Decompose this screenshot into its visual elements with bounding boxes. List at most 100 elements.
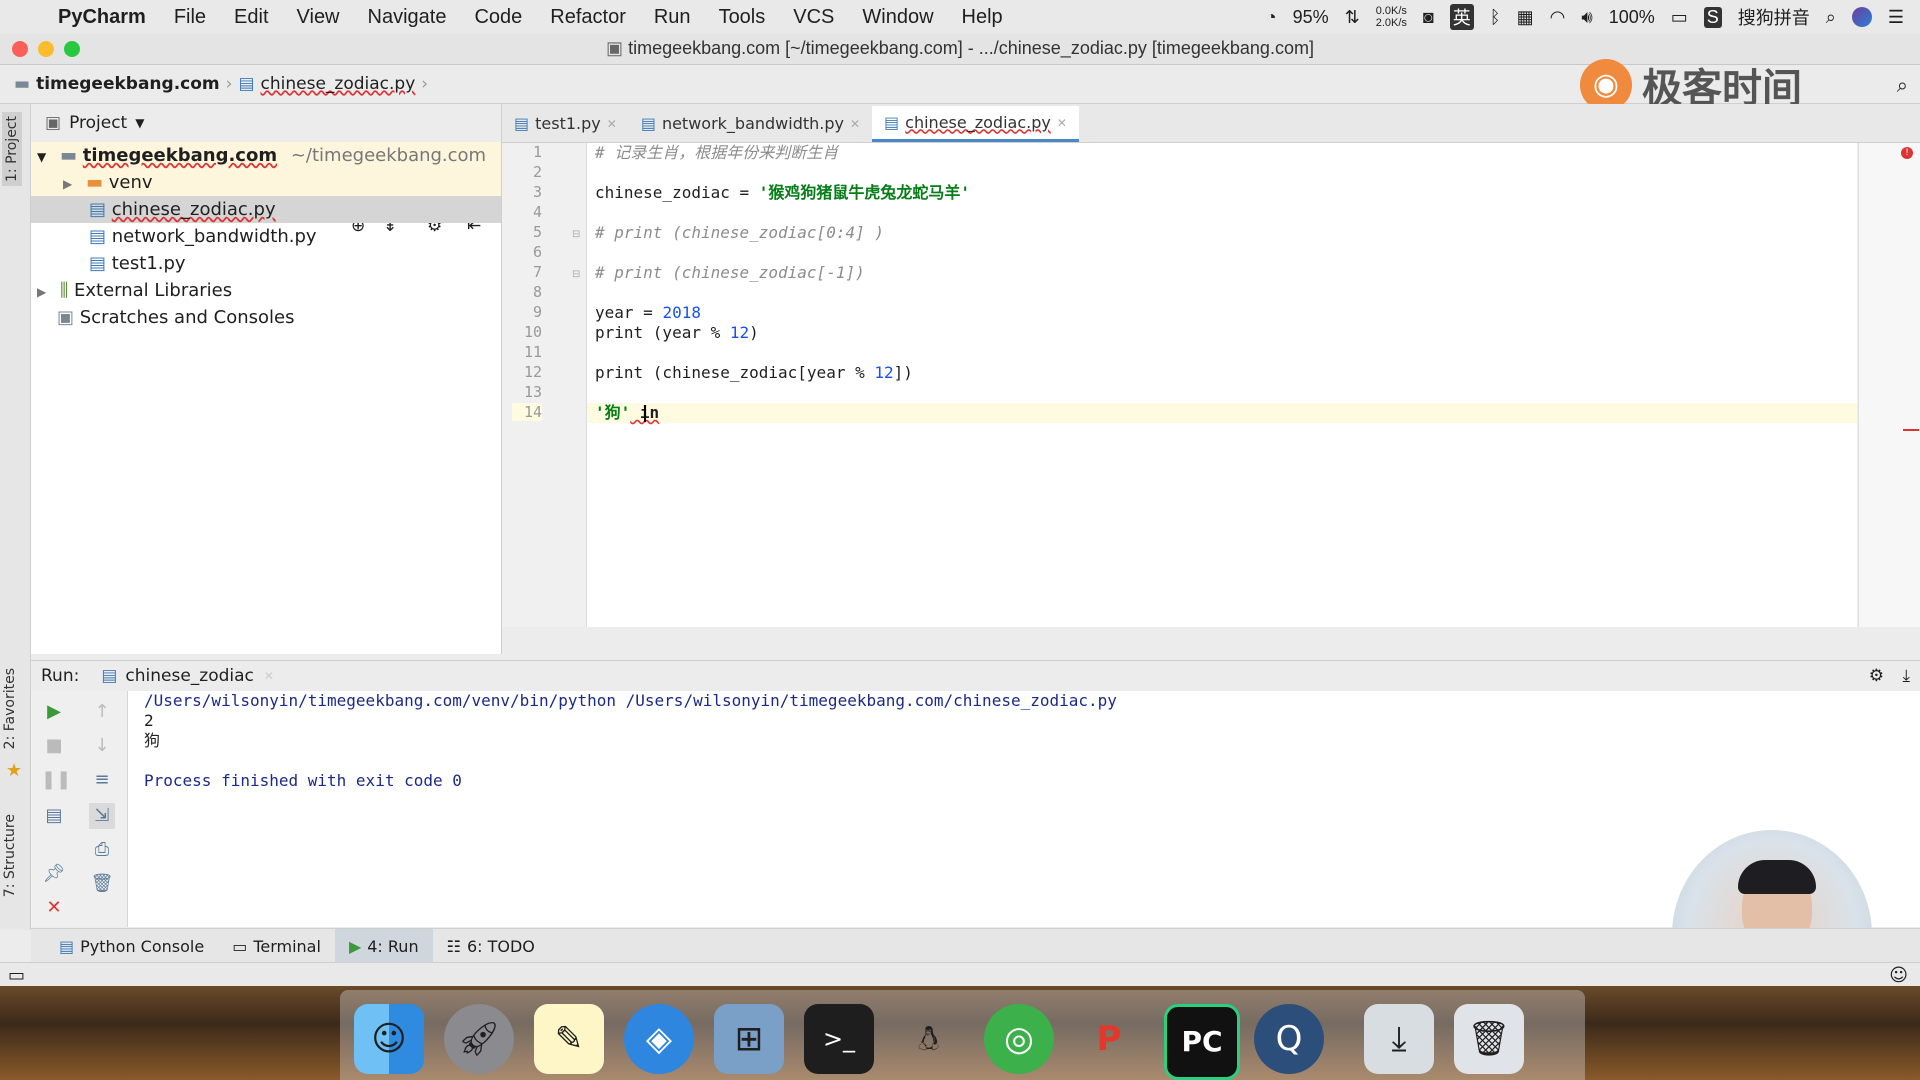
bottom-tool-tabs: ▤ Python Console ▭ Terminal ▶ 4: Run ☷ 6… [31,928,1920,963]
pin-icon[interactable]: 📌︎ [41,861,67,887]
quicktime-icon[interactable]: Q [1254,1004,1324,1074]
project-view-selector[interactable]: Project [69,113,127,133]
menu-code[interactable]: Code [460,6,536,29]
presentation-app-icon[interactable]: P [1074,1004,1144,1074]
siri-icon[interactable] [1851,7,1872,27]
qq-icon[interactable]: 🐧︎ [894,1004,964,1074]
input-lang-indicator[interactable]: 英 [1449,4,1474,30]
tree-root[interactable]: ▼ ▬ timegeekbang.com ~/timegeekbang.com [31,142,501,169]
fold-marker-icon[interactable]: ⊟ [572,269,580,280]
menu-vcs[interactable]: VCS [779,6,848,29]
tree-item-chinese-zodiac[interactable]: ▤ chinese_zodiac.py [31,196,501,223]
remote-desktop-icon[interactable]: ⊞ [714,1004,784,1074]
tree-item-network-bandwidth[interactable]: ▤ network_bandwidth.py [31,223,317,250]
code-line-9: year = 2018 [595,303,701,323]
tab-todo[interactable]: ☷ 6: TODO [433,929,549,963]
rerun-icon[interactable]: ▶ [41,699,67,725]
menu-help[interactable]: Help [948,6,1017,29]
run-console[interactable]: /Users/wilsonyin/timegeekbang.com/venv/b… [128,691,1920,927]
editor-tab-network-bandwidth[interactable]: ▤ network_bandwidth.py ✕ [629,106,872,142]
error-indicator-icon[interactable]: ! [1901,147,1913,159]
editor-gutter: 1 2 3 4 5 6 7 8 9 10 11 12 13 14 ⊟ ⊟ [502,143,587,627]
pycharm-icon[interactable]: PC [1164,1004,1240,1080]
tree-item-test1[interactable]: ▤ test1.py [31,250,186,277]
tab-label: 6: TODO [466,936,535,956]
volume-icon[interactable]: 🔊︎ [1581,7,1592,28]
side-tab-structure[interactable]: 7: Structure [2,814,18,897]
launchpad-icon[interactable]: 🚀︎ [444,1004,514,1074]
run-config-tab[interactable]: chinese_zodiac [125,666,254,686]
tree-item-label: chinese_zodiac.py [111,199,276,220]
battery-icon[interactable]: ▭ [1671,7,1688,28]
scroll-down-icon[interactable]: ↓ [89,733,115,759]
bluetooth-icon[interactable]: ᛒ [1490,7,1501,28]
chevron-down-icon[interactable]: ▼ [135,116,144,130]
search-everywhere-icon[interactable]: ⌕ [1897,73,1908,97]
close-icon[interactable]: ✕ [1057,105,1067,141]
notification-center-icon[interactable]: ☰ [1888,7,1904,28]
menu-refactor[interactable]: Refactor [536,6,640,29]
wechat-icon[interactable]: ◎ [984,1004,1054,1074]
tool-windows-toggle-icon[interactable]: ▭ [8,965,25,986]
cpu-gauge-icon[interactable]: ◔ [1266,7,1277,28]
code-editor[interactable]: # 记录生肖，根据年份来判断生肖 chinese_zodiac = '猴鸡狗猪鼠… [587,143,1857,627]
chevron-right-icon[interactable]: ▶ [63,177,72,191]
app-badge-icon[interactable]: ◙ [1423,7,1434,28]
hide-panel-icon[interactable]: ⤓ [1902,666,1910,686]
finder-icon[interactable]: ☺ [354,1004,424,1074]
breadcrumb-project[interactable]: timegeekbang.com [36,74,220,94]
chevron-right-icon[interactable]: ▶ [37,285,46,299]
side-tab-favorites[interactable]: 2: Favorites [2,668,18,749]
notes-icon[interactable]: ✎ [534,1004,604,1074]
soft-wrap-icon[interactable]: ≡ [89,767,115,793]
trash-icon[interactable]: 🗑︎ [89,871,115,897]
menu-navigate[interactable]: Navigate [354,6,461,29]
ime-icon[interactable]: S [1703,6,1722,28]
menu-app-name[interactable]: PyCharm [44,6,160,29]
menu-window[interactable]: Window [848,6,947,29]
menu-edit[interactable]: Edit [220,6,282,29]
tab-run[interactable]: ▶ 4: Run [334,929,433,963]
stop-icon[interactable]: ■ [41,733,67,759]
network-speed: 0.0K/s 2.0K/s [1376,5,1407,29]
breadcrumb-file[interactable]: chinese_zodiac.py [261,74,416,94]
tab-python-console[interactable]: ▤ Python Console [45,929,218,963]
downloads-folder-icon[interactable]: ⤓ [1364,1004,1434,1074]
chevron-down-icon[interactable]: ▼ [37,150,46,164]
tree-item-scratches[interactable]: ▣ Scratches and Consoles [31,304,294,331]
tree-item-venv[interactable]: ▶ ▬ venv [31,169,501,196]
tree-item-label: test1.py [111,253,186,274]
keyboard-icon[interactable]: ▦ [1517,7,1534,28]
scroll-up-icon[interactable]: ↑ [89,699,115,725]
tree-item-external-libraries[interactable]: ▶ ⫼ External Libraries [31,277,232,304]
safari-icon[interactable]: ◈ [624,1004,694,1074]
fold-marker-icon[interactable]: ⊟ [572,229,580,240]
scroll-to-end-icon[interactable]: ⇲ [89,803,115,829]
close-icon[interactable]: ✕ [850,106,860,142]
editor-tab-test1[interactable]: ▤ test1.py ✕ [502,106,629,142]
trash-icon[interactable]: 🗑︎ [1454,1004,1524,1074]
menu-file[interactable]: File [160,6,220,29]
close-icon[interactable]: ✕ [264,669,274,683]
line-number: 1 [532,143,542,161]
ime-name[interactable]: 搜狗拼音 [1738,4,1810,30]
inspector-icon[interactable]: ☺ [1889,965,1908,986]
gear-icon[interactable]: ⚙ [1869,666,1884,686]
wifi-icon[interactable]: ◠ [1550,7,1566,28]
line-number: 6 [532,243,542,261]
editor-tab-chinese-zodiac[interactable]: ▤ chinese_zodiac.py ✕ [872,106,1079,142]
spotlight-search-icon[interactable]: ⌕ [1826,7,1836,28]
side-tab-project[interactable]: 1: Project [2,112,22,186]
close-icon[interactable]: ✕ [607,106,617,142]
layout-icon[interactable]: ▤ [41,803,67,829]
print-icon[interactable]: ⎙ [89,837,115,863]
error-marker[interactable] [1903,429,1919,431]
close-icon[interactable]: ✕ [41,895,67,921]
code-number: 2018 [662,303,701,322]
menu-tools[interactable]: Tools [705,6,780,29]
menu-run[interactable]: Run [640,6,705,29]
tab-terminal[interactable]: ▭ Terminal [218,929,335,963]
pause-icon[interactable]: ❚❚ [41,767,71,793]
terminal-icon[interactable]: >_ [804,1004,874,1074]
menu-view[interactable]: View [283,6,354,29]
